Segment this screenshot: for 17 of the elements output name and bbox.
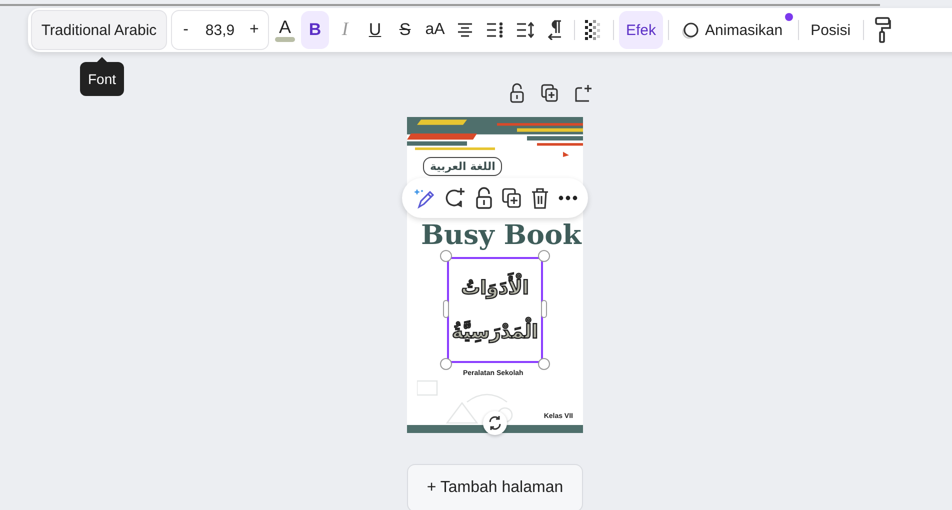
effects-button[interactable]: Efek (619, 11, 664, 49)
cover-title: Busy Book (421, 219, 582, 253)
text-color-button[interactable]: A (271, 11, 299, 49)
decrease-size-button[interactable]: - (178, 21, 194, 39)
cover-label: اللغة العربية (423, 157, 502, 176)
font-tooltip: Font (80, 62, 124, 96)
underline-button[interactable]: U (361, 11, 389, 49)
strike-button[interactable]: S (391, 11, 419, 49)
font-dropdown[interactable]: Traditional Arabic (31, 10, 167, 50)
font-size-value[interactable]: 83,9 (205, 22, 235, 38)
add-page-button[interactable]: + Tambah halaman (407, 464, 583, 510)
case-button[interactable]: aA (421, 11, 449, 49)
animate-button[interactable]: Animasikan (674, 11, 793, 49)
bold-button[interactable]: B (301, 11, 329, 49)
increase-size-button[interactable]: + (246, 21, 262, 39)
position-button[interactable]: Posisi (804, 11, 858, 49)
arabic-title: الْأَدَوَاتُ الْمَدْرَسِيَّةُ (450, 264, 540, 356)
